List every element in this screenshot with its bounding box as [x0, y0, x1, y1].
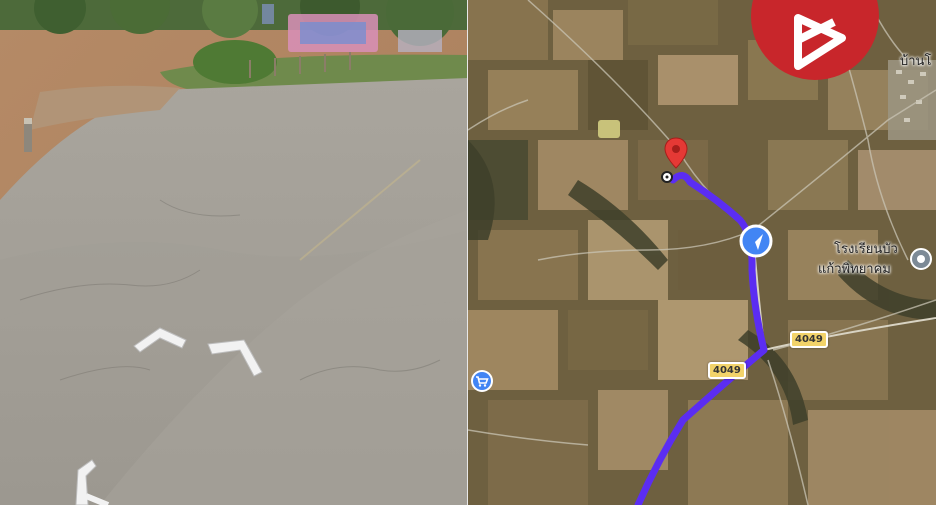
shopping-cart-icon[interactable] — [470, 369, 494, 393]
street-view-pane[interactable] — [0, 0, 468, 505]
street-view-image — [0, 0, 468, 505]
brand-logo-icon — [751, 0, 879, 80]
road-shield: 4049 — [708, 362, 746, 379]
school-label-line1: โรงเรียนบัว — [834, 242, 898, 257]
split-view: บ้านโ โรงเรียนบัว แก้วพิทยาคม 4049 4049 — [0, 0, 936, 505]
map-pane[interactable]: บ้านโ โรงเรียนบัว แก้วพิทยาคม 4049 4049 — [468, 0, 936, 505]
road-shield: 4049 — [790, 331, 828, 348]
map-pin-icon[interactable] — [664, 137, 688, 169]
move-forward-left-button[interactable] — [130, 322, 190, 358]
navigation-arrow-icon[interactable] — [739, 224, 773, 258]
school-label-line2: แก้วพิทยาคม — [818, 262, 891, 277]
move-forward-right-button[interactable] — [204, 336, 266, 378]
place-marker-icon[interactable] — [910, 248, 932, 270]
village-label: บ้านโ — [900, 54, 932, 69]
move-back-button[interactable] — [70, 456, 114, 505]
origin-dot-icon — [661, 171, 673, 183]
